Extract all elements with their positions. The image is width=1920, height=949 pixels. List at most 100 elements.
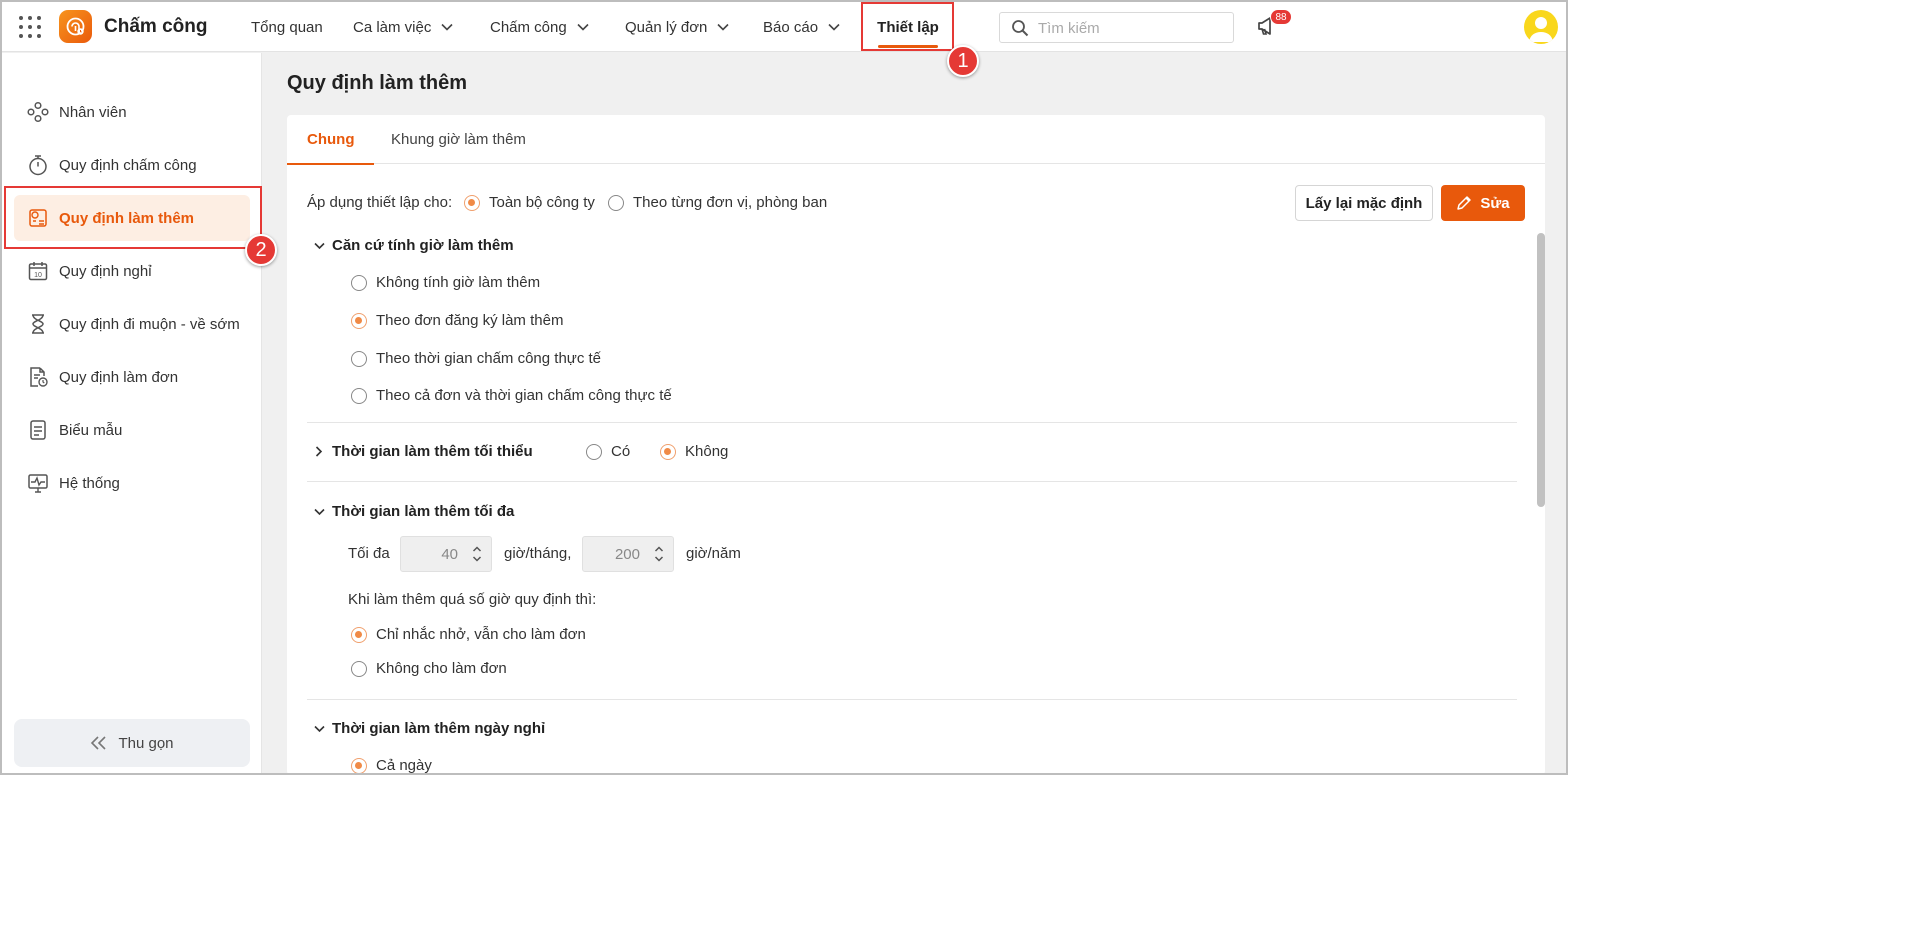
radio-unselected[interactable] <box>608 194 624 211</box>
exceed-option-remind[interactable]: Chỉ nhắc nhở, vẫn cho làm đơn <box>351 626 586 643</box>
avatar[interactable] <box>1524 10 1558 44</box>
stopwatch-icon <box>26 153 50 177</box>
apply-option-department[interactable]: Theo từng đơn vị, phòng ban <box>608 194 827 211</box>
radio-unselected[interactable] <box>586 443 602 460</box>
basis-option-4[interactable]: Theo cả đơn và thời gian chấm công thực … <box>351 387 672 404</box>
svg-text:10: 10 <box>34 272 42 279</box>
chevron-down-icon <box>314 725 325 732</box>
radio-unselected[interactable] <box>351 660 367 677</box>
section-title: Căn cứ tính giờ làm thêm <box>332 237 514 254</box>
annotation-box-2 <box>4 186 262 249</box>
per-month-unit: giờ/tháng, <box>504 545 572 562</box>
nav-cham-cong[interactable]: Chấm công <box>490 2 589 52</box>
edit-button[interactable]: Sửa <box>1441 185 1525 221</box>
tab-khung-gio-lam-them[interactable]: Khung giờ làm thêm <box>391 115 526 164</box>
sidebar-item-quy-dinh-nghi[interactable]: 10 Quy định nghỉ <box>14 248 250 294</box>
chevron-down-icon <box>441 23 453 31</box>
sidebar-item-nhan-vien[interactable]: Nhân viên <box>14 89 250 135</box>
chevron-down-icon <box>717 23 729 31</box>
search-icon <box>1012 20 1029 37</box>
nav-quan-ly-don[interactable]: Quản lý đơn <box>625 2 729 52</box>
option-label: Toàn bộ công ty <box>489 194 595 211</box>
max-per-month-stepper[interactable]: 40 <box>400 536 492 572</box>
radio-selected[interactable] <box>351 626 367 643</box>
hourglass-icon <box>26 312 50 336</box>
radio-selected[interactable] <box>351 312 367 329</box>
monitor-icon <box>26 471 50 495</box>
document-icon <box>26 418 50 442</box>
search-input[interactable] <box>1038 18 1223 38</box>
divider <box>307 699 1517 700</box>
section-header-max[interactable]: Thời gian làm thêm tối đa <box>314 503 514 520</box>
radio-unselected[interactable] <box>351 274 367 291</box>
basis-option-1[interactable]: Không tính giờ làm thêm <box>351 274 540 291</box>
chevron-down-icon <box>577 23 589 31</box>
tab-chung[interactable]: Chung <box>287 115 375 165</box>
per-year-unit: giờ/năm <box>686 545 741 562</box>
max-label: Tối đa <box>348 545 390 562</box>
settings-card: Chung Khung giờ làm thêm Áp dụng thiết l… <box>287 115 1545 773</box>
option-label: Không cho làm đơn <box>376 660 507 677</box>
exceed-option-block[interactable]: Không cho làm đơn <box>351 660 507 677</box>
option-label: Không tính giờ làm thêm <box>376 274 541 291</box>
apply-option-company[interactable]: Toàn bộ công ty <box>464 194 595 211</box>
option-label: Theo đơn đăng ký làm thêm <box>376 312 564 329</box>
edit-label: Sửa <box>1480 194 1510 212</box>
min-option-no[interactable]: Không <box>660 443 728 460</box>
calendar-icon: 10 <box>26 259 50 283</box>
tab-bar: Chung Khung giờ làm thêm <box>287 115 1545 165</box>
sidebar-item-quy-dinh-di-muon[interactable]: Quy định đi muộn - về sớm <box>14 301 250 347</box>
scrollbar[interactable] <box>1537 233 1545 507</box>
option-label: Theo cả đơn và thời gian chấm công thực … <box>376 387 672 404</box>
min-option-yes[interactable]: Có <box>586 443 630 460</box>
people-network-icon <box>26 100 50 124</box>
divider <box>307 481 1517 482</box>
sidebar: Nhân viên Quy định chấm công Quy định là… <box>2 53 262 773</box>
radio-selected[interactable] <box>351 757 367 773</box>
stepper-arrows-icon[interactable] <box>472 545 482 563</box>
sidebar-item-bieu-mau[interactable]: Biểu mẫu <box>14 407 250 453</box>
section-header-basis[interactable]: Căn cứ tính giờ làm thêm <box>314 237 514 254</box>
section-title: Thời gian làm thêm tối đa <box>332 503 515 520</box>
option-label: Chỉ nhắc nhở, vẫn cho làm đơn <box>376 626 586 643</box>
sidebar-item-label: Nhân viên <box>59 103 127 121</box>
nav-tong-quan[interactable]: Tổng quan <box>251 2 323 52</box>
radio-unselected[interactable] <box>351 350 367 367</box>
reset-default-button[interactable]: Lấy lại mặc định <box>1295 185 1433 221</box>
sidebar-item-quy-dinh-cham-cong[interactable]: Quy định chấm công <box>14 142 250 188</box>
max-per-year-stepper[interactable]: 200 <box>582 536 674 572</box>
option-label: Theo từng đơn vị, phòng ban <box>633 194 828 211</box>
search-box[interactable] <box>999 12 1234 43</box>
nav-label: Báo cáo <box>763 18 819 36</box>
notification-badge: 88 <box>1270 9 1292 25</box>
holiday-option-full-day[interactable]: Cả ngày <box>351 757 432 773</box>
chevron-right-icon <box>315 446 323 457</box>
collapse-button[interactable]: Thu gọn <box>14 719 250 767</box>
section-title: Thời gian làm thêm tối thiểu <box>332 443 533 460</box>
chevron-down-icon <box>314 508 325 515</box>
basis-option-3[interactable]: Theo thời gian chấm công thực tế <box>351 350 601 367</box>
exceed-label: Khi làm thêm quá số giờ quy định thì: <box>348 591 597 608</box>
radio-selected[interactable] <box>660 443 676 460</box>
section-header-holiday[interactable]: Thời gian làm thêm ngày nghỉ <box>314 720 545 737</box>
tab-label: Khung giờ làm thêm <box>391 131 526 148</box>
annotation-marker-2: 2 <box>245 234 277 266</box>
nav-ca-lam-viec[interactable]: Ca làm việc <box>353 2 453 52</box>
nav-bao-cao[interactable]: Báo cáo <box>763 2 840 52</box>
stepper-value: 200 <box>614 546 640 563</box>
radio-selected[interactable] <box>464 194 480 211</box>
page-title: Quy định làm thêm <box>287 72 468 94</box>
section-header-min[interactable]: Thời gian làm thêm tối thiểu <box>315 443 533 460</box>
stepper-arrows-icon[interactable] <box>654 545 664 563</box>
chevron-down-icon <box>828 23 840 31</box>
sidebar-item-he-thong[interactable]: Hệ thống <box>14 460 250 506</box>
stepper-value: 40 <box>441 546 458 563</box>
radio-unselected[interactable] <box>351 387 367 404</box>
app-title[interactable]: Chấm công <box>104 16 207 38</box>
basis-option-2[interactable]: Theo đơn đăng ký làm thêm <box>351 312 563 329</box>
sidebar-item-label: Quy định đi muộn - về sớm <box>59 315 240 333</box>
app-logo-icon <box>59 10 92 43</box>
sidebar-item-quy-dinh-lam-don[interactable]: Quy định làm đơn <box>14 354 250 400</box>
sidebar-item-label: Quy định làm đơn <box>59 368 179 386</box>
app-grid-icon[interactable] <box>19 16 41 38</box>
